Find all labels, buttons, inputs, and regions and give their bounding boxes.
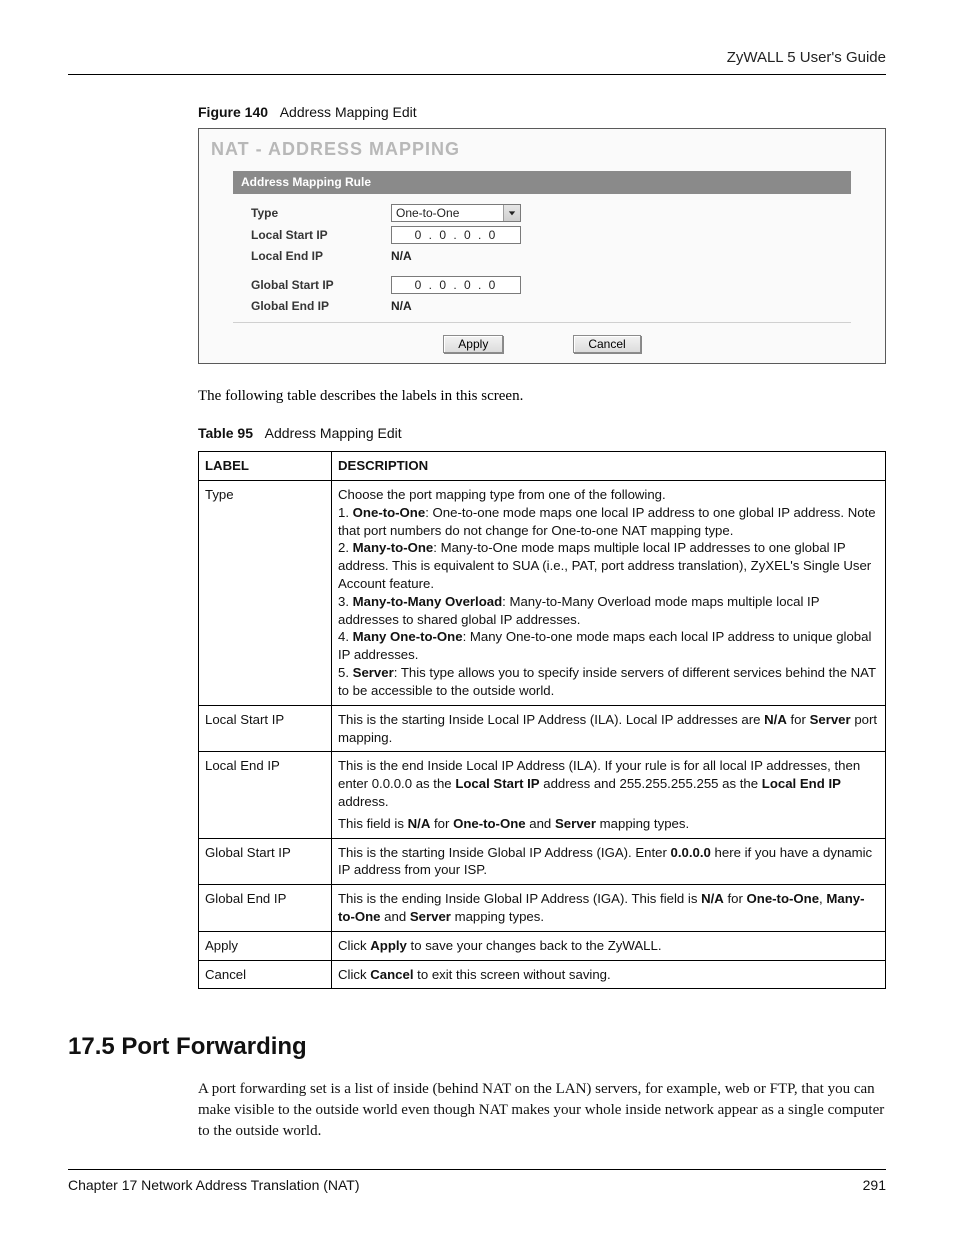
local-start-ip-row: Local Start IP 0 . 0 . 0 . 0 (233, 226, 851, 244)
fields-area: Type One-to-One Local Start IP 0 . 0 . 0… (233, 204, 851, 314)
panel-title: NAT - ADDRESS MAPPING (199, 129, 885, 171)
figure-number: Figure 140 (198, 104, 268, 120)
table-number: Table 95 (198, 425, 253, 441)
table-row: Local End IPThis is the end Inside Local… (199, 752, 886, 838)
table-cell-label: Global End IP (199, 885, 332, 932)
button-separator (233, 322, 851, 323)
table-cell-desc: Click Apply to save your changes back to… (332, 931, 886, 960)
cancel-button[interactable]: Cancel (573, 335, 640, 353)
table-cell-desc: This is the end Inside Local IP Address … (332, 752, 886, 838)
table-cell-label: Global Start IP (199, 838, 332, 885)
table-cell-label: Type (199, 480, 332, 705)
type-label: Type (233, 205, 391, 221)
table-cell-desc: This is the ending Inside Global IP Addr… (332, 885, 886, 932)
figure-title: Address Mapping Edit (280, 104, 417, 120)
footer-left: Chapter 17 Network Address Translation (… (68, 1176, 360, 1195)
table-caption: Table 95 Address Mapping Edit (198, 424, 886, 443)
table-row: Local Start IPThis is the starting Insid… (199, 705, 886, 752)
local-end-ip-value: N/A (391, 248, 412, 264)
table-header-desc: DESCRIPTION (332, 452, 886, 481)
global-start-ip-label: Global Start IP (233, 277, 391, 293)
table-cell-label: Local End IP (199, 752, 332, 838)
section-paragraph: A port forwarding set is a list of insid… (198, 1079, 886, 1142)
main-column: Figure 140 Address Mapping Edit NAT - AD… (198, 103, 886, 989)
table-row: Global End IPThis is the ending Inside G… (199, 885, 886, 932)
dropdown-arrow-icon[interactable] (503, 205, 520, 221)
local-start-ip-label: Local Start IP (233, 227, 391, 243)
table-header-label: LABEL (199, 452, 332, 481)
header-rule (68, 74, 886, 75)
global-end-ip-value: N/A (391, 298, 412, 314)
apply-button[interactable]: Apply (443, 335, 503, 353)
table-cell-desc: Choose the port mapping type from one of… (332, 480, 886, 705)
global-start-ip-row: Global Start IP 0 . 0 . 0 . 0 (233, 276, 851, 294)
figure-screenshot: NAT - ADDRESS MAPPING Address Mapping Ru… (198, 128, 886, 364)
global-end-ip-row: Global End IP N/A (233, 298, 851, 314)
table-title: Address Mapping Edit (265, 425, 402, 441)
footer: Chapter 17 Network Address Translation (… (68, 1169, 886, 1195)
local-end-ip-label: Local End IP (233, 248, 391, 264)
button-row: Apply Cancel (199, 335, 885, 353)
table-row: Global Start IPThis is the starting Insi… (199, 838, 886, 885)
local-end-ip-row: Local End IP N/A (233, 248, 851, 264)
figure-caption: Figure 140 Address Mapping Edit (198, 103, 886, 122)
address-mapping-rule-bar: Address Mapping Rule (233, 171, 851, 193)
type-row: Type One-to-One (233, 204, 851, 222)
table-cell-label: Apply (199, 931, 332, 960)
table-row: CancelClick Cancel to exit this screen w… (199, 960, 886, 989)
local-start-ip-input[interactable]: 0 . 0 . 0 . 0 (391, 226, 521, 244)
global-start-ip-input[interactable]: 0 . 0 . 0 . 0 (391, 276, 521, 294)
table-cell-desc: This is the starting Inside Global IP Ad… (332, 838, 886, 885)
section-heading: 17.5 Port Forwarding (68, 1031, 886, 1063)
table-cell-desc: Click Cancel to exit this screen without… (332, 960, 886, 989)
footer-right: 291 (863, 1176, 886, 1195)
type-dropdown[interactable]: One-to-One (391, 204, 521, 222)
table-row: TypeChoose the port mapping type from on… (199, 480, 886, 705)
intro-paragraph: The following table describes the labels… (198, 386, 886, 406)
type-selected-value: One-to-One (392, 205, 503, 221)
table-cell-label: Cancel (199, 960, 332, 989)
global-end-ip-label: Global End IP (233, 298, 391, 314)
table-row: ApplyClick Apply to save your changes ba… (199, 931, 886, 960)
footer-rule (68, 1169, 886, 1170)
table-cell-label: Local Start IP (199, 705, 332, 752)
table-cell-desc: This is the starting Inside Local IP Add… (332, 705, 886, 752)
running-header: ZyWALL 5 User's Guide (68, 48, 886, 68)
description-table: LABEL DESCRIPTION TypeChoose the port ma… (198, 451, 886, 989)
